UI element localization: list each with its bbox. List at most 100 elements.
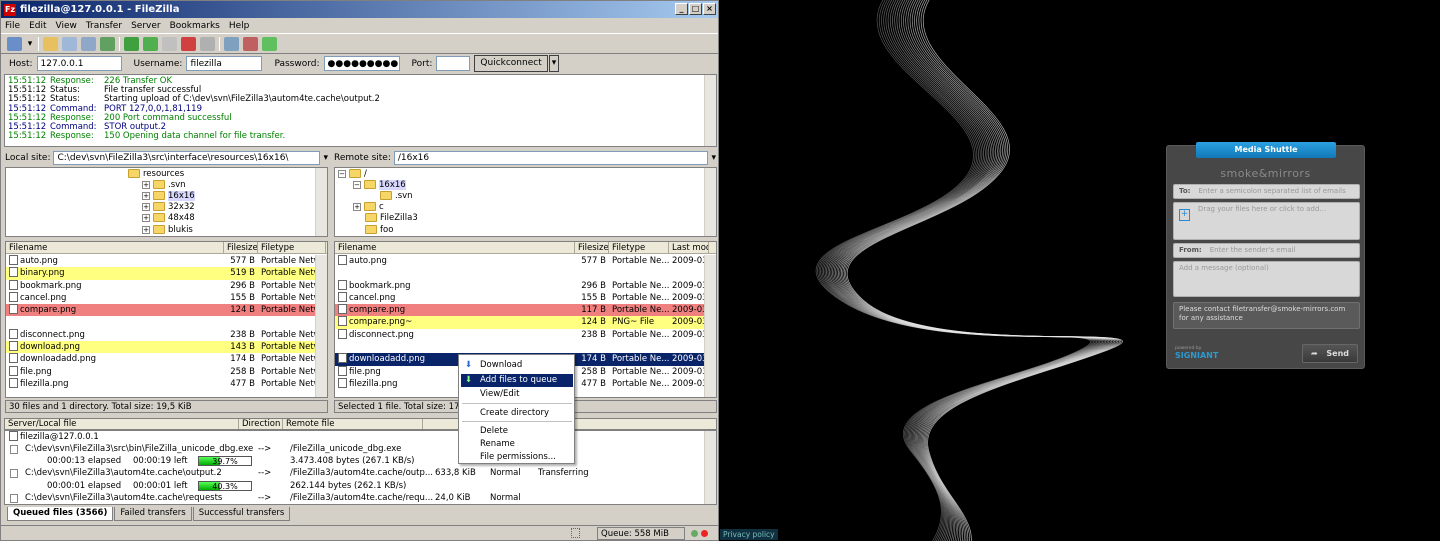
local-file-row[interactable]: binary.png 519 B Portable Netwo xyxy=(6,267,326,280)
remote-tree-node[interactable]: .svn xyxy=(380,190,413,201)
local-file-row[interactable]: download.png 143 B Portable Netwo xyxy=(6,341,326,354)
remote-file-row[interactable]: disconnect.png 238 B Portable Ne... 2009-03 xyxy=(335,328,709,341)
host-input[interactable] xyxy=(36,56,122,71)
remote-col-last-mod[interactable]: Last mod xyxy=(669,242,709,254)
remote-file-row[interactable] xyxy=(335,267,709,279)
remote-file-row[interactable]: bookmark.png 296 B Portable Ne... 2009-03 xyxy=(335,279,709,292)
remote-tree-node[interactable]: foo xyxy=(365,224,393,235)
local-file-row[interactable]: compare.png 124 B Portable Netwo xyxy=(6,304,326,317)
local-file-row[interactable]: cancel.png 155 B Portable Netwo xyxy=(6,291,326,304)
remote-tree-node[interactable]: − / xyxy=(338,168,367,179)
local-col-filename[interactable]: Filename xyxy=(6,242,224,254)
from-field[interactable]: From: Enter the sender's email xyxy=(1173,243,1360,258)
close-button[interactable]: × xyxy=(703,3,716,15)
file-drop-zone[interactable]: + Drag your files here or click to add..… xyxy=(1173,202,1360,240)
local-tree-node[interactable]: +48x48 xyxy=(142,212,195,223)
remote-tree-node[interactable]: + c xyxy=(353,201,384,212)
local-col-filesize[interactable]: Filesize xyxy=(224,242,258,254)
ctx-add-files-to-queue[interactable]: ⬇ Add files to queue xyxy=(461,374,573,387)
menu-transfer[interactable]: Transfer xyxy=(86,21,122,31)
local-path-dropdown-icon[interactable]: ▾ xyxy=(323,153,328,163)
site-manager-icon[interactable] xyxy=(7,36,22,51)
local-file-row[interactable]: auto.png 577 B Portable Netwo xyxy=(6,255,326,267)
local-tree-node[interactable]: + .svn xyxy=(142,179,186,190)
log-scrollbar[interactable] xyxy=(704,75,716,146)
username-input[interactable] xyxy=(186,56,263,71)
queue-col[interactable]: Direction xyxy=(239,419,283,429)
local-expand-icon[interactable]: + xyxy=(142,225,150,234)
ctx-download[interactable]: ⬇ Download xyxy=(461,359,573,372)
filter-icon[interactable] xyxy=(243,36,258,51)
port-input[interactable] xyxy=(436,56,471,71)
remote-path-dropdown-icon[interactable]: ▾ xyxy=(711,153,716,163)
local-tree-node[interactable]: resources xyxy=(128,168,184,179)
remote-file-row[interactable]: cancel.png 155 B Portable Ne... 2009-03 xyxy=(335,291,709,304)
menu-edit[interactable]: Edit xyxy=(29,21,46,31)
queue-scrollbar[interactable] xyxy=(704,431,716,504)
minimize-button[interactable]: _ xyxy=(675,3,688,15)
local-file-row[interactable]: file.png 258 B Portable Netwo xyxy=(6,365,326,378)
privacy-policy-link[interactable]: Privacy policy xyxy=(720,529,778,540)
tab-successful[interactable]: Successful transfers xyxy=(192,507,291,521)
message-field[interactable]: Add a message (optional) xyxy=(1173,261,1360,297)
reconnect-icon[interactable] xyxy=(200,36,215,51)
menu-bookmarks[interactable]: Bookmarks xyxy=(170,21,220,31)
ctx-create-directory[interactable]: Create directory xyxy=(461,407,573,420)
remote-tree-scrollbar[interactable] xyxy=(704,168,716,236)
password-input[interactable] xyxy=(323,56,400,71)
toggle-queue-icon[interactable] xyxy=(100,36,115,51)
tab-queued[interactable]: Queued files (3566) xyxy=(7,507,114,521)
local-col-filetype[interactable]: Filetype xyxy=(258,242,326,254)
remote-expand-icon[interactable]: − xyxy=(338,169,346,178)
maximize-button[interactable]: □ xyxy=(689,3,702,15)
process-queue-icon[interactable] xyxy=(143,36,158,51)
remote-file-row[interactable]: auto.png 577 B Portable Ne... 2009-03 xyxy=(335,255,709,267)
local-file-row[interactable]: bookmark.png 296 B Portable Netwo xyxy=(6,279,326,292)
quickconnect-button[interactable]: Quickconnect xyxy=(474,55,548,72)
menu-help[interactable]: Help xyxy=(229,21,250,31)
toggle-log-icon[interactable] xyxy=(43,36,58,51)
ctx-delete[interactable]: Delete xyxy=(461,425,573,438)
local-expand-icon[interactable]: + xyxy=(142,180,150,189)
remote-col-filename[interactable]: Filename xyxy=(335,242,575,254)
toggle-remote-tree-icon[interactable] xyxy=(81,36,96,51)
sync-browse-icon[interactable] xyxy=(262,36,277,51)
ctx-rename[interactable]: Rename xyxy=(461,438,573,451)
directory-compare-icon[interactable] xyxy=(224,36,239,51)
tab-failed[interactable]: Failed transfers xyxy=(114,507,192,521)
quickconnect-dropdown-icon[interactable]: ▾ xyxy=(548,55,560,72)
local-tree-node[interactable]: +16x16 xyxy=(142,190,195,201)
send-button[interactable]: ➦ Send xyxy=(1302,344,1358,363)
local-expand-icon[interactable]: + xyxy=(142,213,150,222)
remote-expand-icon[interactable]: + xyxy=(353,202,361,211)
menu-file[interactable]: File xyxy=(5,21,20,31)
remote-tree-node[interactable]: − 16x16 xyxy=(353,179,406,190)
local-expand-icon[interactable]: + xyxy=(142,191,150,200)
remote-file-row[interactable]: compare.png~ 124 B PNG~ File 2009-03 xyxy=(335,316,709,329)
local-tree-node[interactable]: +32x32 xyxy=(142,201,195,212)
refresh-icon[interactable] xyxy=(124,36,139,51)
local-file-row[interactable]: disconnect.png 238 B Portable Netwo xyxy=(6,328,326,341)
remote-tree-node[interactable]: FileZilla3 xyxy=(365,212,418,223)
local-tree-node[interactable]: + blukis xyxy=(142,224,193,235)
ctx-view-edit[interactable]: View/Edit xyxy=(461,388,573,401)
cancel-operation-icon[interactable] xyxy=(162,36,177,51)
remote-file-row[interactable]: compare.png 117 B Portable Ne... 2009-03 xyxy=(335,304,709,317)
remote-list-scrollbar[interactable] xyxy=(704,255,716,397)
site-manager-dropdown-icon[interactable]: ▾ xyxy=(26,37,34,51)
remote-col-filesize[interactable]: Filesize xyxy=(575,242,609,254)
local-path-input[interactable]: C:\dev\svn\FileZilla3\src\interface\reso… xyxy=(53,151,321,165)
menu-server[interactable]: Server xyxy=(131,21,161,31)
remote-path-input[interactable]: /16x16 xyxy=(393,151,709,165)
queue-col[interactable]: Remote file xyxy=(283,419,423,429)
local-file-row[interactable] xyxy=(6,316,326,328)
local-file-row[interactable]: downloadadd.png 174 B Portable Netwo xyxy=(6,353,326,365)
local-expand-icon[interactable]: + xyxy=(142,202,150,211)
local-tree-scrollbar[interactable] xyxy=(315,168,327,236)
add-file-icon[interactable]: + xyxy=(1179,209,1190,221)
local-list-scrollbar[interactable] xyxy=(315,255,327,397)
queue-col[interactable]: Server/Local file xyxy=(5,419,239,429)
menu-view[interactable]: View xyxy=(56,21,77,31)
remote-col-filetype[interactable]: Filetype xyxy=(609,242,669,254)
disconnect-icon[interactable] xyxy=(181,36,196,51)
